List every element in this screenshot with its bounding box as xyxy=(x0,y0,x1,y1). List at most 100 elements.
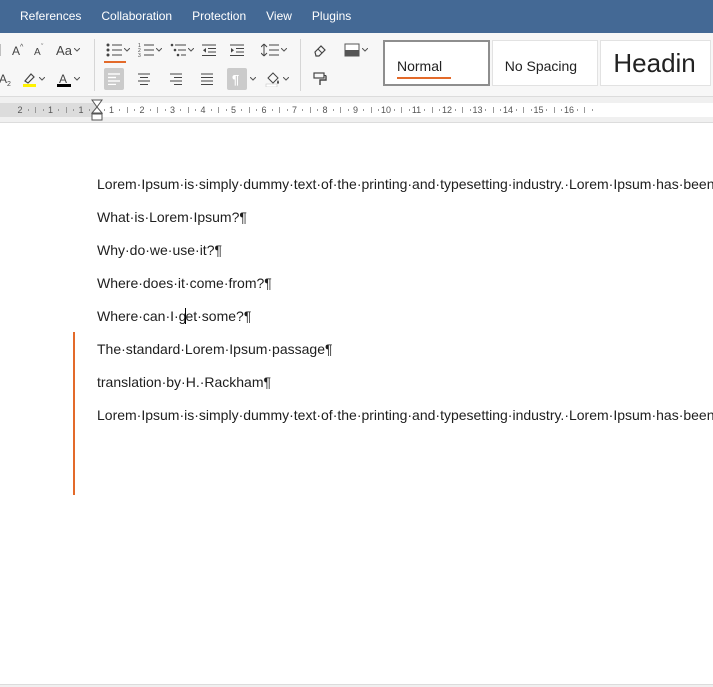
align-center-button[interactable] xyxy=(134,68,154,90)
text-line[interactable]: What·is·Lorem·Ipsum?¶ xyxy=(97,208,713,227)
horizontal-ruler[interactable]: 2 1 1 1 2 3 4 5 6 7 8 9 10 11 12 13 14 15 16 xyxy=(0,97,713,123)
text-line[interactable]: Why·do·we·use·it?¶ xyxy=(97,241,713,260)
format-painter-icon xyxy=(313,72,327,85)
chevron-down-icon xyxy=(188,48,194,52)
ruler-tick xyxy=(286,109,288,111)
numbered-list-button[interactable]: 123 xyxy=(136,39,164,61)
style-heading[interactable]: Headin xyxy=(600,40,711,86)
svg-text:A: A xyxy=(59,72,67,86)
ruler-tick xyxy=(88,109,90,111)
style-no-spacing[interactable]: No Spacing xyxy=(491,40,599,86)
chevron-down-icon xyxy=(250,77,256,81)
toolbar: A ^ Aˇ Aa A2 A 123 ¶ Normal No Spacing H… xyxy=(0,33,713,97)
clear-formatting-button[interactable] xyxy=(310,39,330,61)
decrease-font-icon: Aˇ xyxy=(34,44,44,57)
ruler-tick xyxy=(515,109,517,111)
ruler-tick xyxy=(248,107,250,113)
paint-bucket-icon xyxy=(265,72,279,87)
menu-protection[interactable]: Protection xyxy=(182,0,256,33)
multilevel-list-button[interactable] xyxy=(168,39,196,61)
style-selected-indicator xyxy=(397,77,451,79)
paragraph[interactable]: Lorem·Ipsum·is·simply·dummy·text·of·the·… xyxy=(97,175,713,194)
formatting-marks-dropdown[interactable] xyxy=(247,68,259,90)
ruler-tick xyxy=(469,109,471,111)
ruler-tick xyxy=(408,109,410,111)
active-indicator xyxy=(104,61,126,63)
menu-view[interactable]: View xyxy=(256,0,302,33)
ruler-tick xyxy=(462,107,464,113)
change-case-button[interactable]: Aa xyxy=(54,39,82,61)
subscript-button[interactable]: A2 xyxy=(0,68,14,90)
menu-collaboration[interactable]: Collaboration xyxy=(91,0,182,33)
paragraph[interactable]: Lorem·Ipsum·is·simply·dummy·text·of·the·… xyxy=(97,406,713,425)
justify-button[interactable] xyxy=(197,68,217,90)
font-size-dropdown-edge[interactable] xyxy=(0,39,6,61)
ruler-tick xyxy=(225,109,227,111)
numbered-list-icon: 123 xyxy=(138,43,154,57)
subscript-icon: A2 xyxy=(0,72,11,86)
page-text[interactable]: Lorem·Ipsum·is·simply·dummy·text·of·the·… xyxy=(97,175,713,440)
chevron-down-icon xyxy=(124,48,130,52)
copy-style-button[interactable] xyxy=(310,68,330,90)
svg-text:ˇ: ˇ xyxy=(41,44,44,51)
ruler-number: 11 xyxy=(411,105,422,115)
ruler-tick xyxy=(279,107,281,113)
ruler-number: 10 xyxy=(380,105,391,115)
ruler-tick xyxy=(73,109,75,111)
ruler-tick xyxy=(431,107,433,113)
text-line[interactable]: translation·by·H.·Rackham¶ xyxy=(97,373,713,392)
style-normal-label: Normal xyxy=(397,58,443,74)
ruler-tick xyxy=(370,107,372,113)
ruler-tick xyxy=(149,109,151,111)
ruler-tick xyxy=(42,109,44,111)
ruler-number: 7 xyxy=(291,105,297,115)
eraser-icon xyxy=(314,45,326,57)
bullet-list-icon xyxy=(106,43,122,57)
ruler-tick xyxy=(103,109,105,111)
ruler-tick xyxy=(340,107,342,113)
style-heading-label: Headin xyxy=(613,47,696,78)
ruler-number: 2 xyxy=(139,105,145,115)
paragraph-shading-button[interactable] xyxy=(262,68,292,90)
svg-text:^: ^ xyxy=(20,44,24,51)
chevron-down-icon xyxy=(156,48,162,52)
font-color-button[interactable]: A xyxy=(54,68,82,90)
ruler-tick xyxy=(256,109,258,111)
text-line[interactable]: Where·does·it·come·from?¶ xyxy=(97,274,713,293)
align-right-button[interactable] xyxy=(166,68,186,90)
menu-plugins[interactable]: Plugins xyxy=(302,0,361,33)
increase-indent-button[interactable] xyxy=(228,39,246,61)
ruler-tick xyxy=(309,107,311,113)
document-canvas[interactable]: Lorem·Ipsum·is·simply·dummy·text·of·the·… xyxy=(0,123,713,687)
menu-references[interactable]: References xyxy=(0,0,91,33)
ruler-tick xyxy=(454,109,456,111)
ruler-tick xyxy=(485,109,487,111)
cursor-text-line[interactable]: Where·can·I·get·some?¶ xyxy=(97,307,713,326)
ruler-tick xyxy=(363,109,365,111)
bullet-list-button[interactable] xyxy=(104,39,132,61)
show-formatting-marks-button[interactable]: ¶ xyxy=(227,68,247,90)
text-line[interactable]: The·standard·Lorem·Ipsum·passage¶ xyxy=(97,340,713,359)
ruler-tick xyxy=(378,109,380,111)
styles-gallery: Normal No Spacing Headin xyxy=(383,40,713,88)
justify-icon xyxy=(201,73,213,85)
style-set-button[interactable] xyxy=(340,39,372,61)
ruler-tick xyxy=(210,109,212,111)
indent-marker-icon[interactable] xyxy=(91,99,103,123)
ruler-number: 16 xyxy=(563,105,574,115)
line-spacing-button[interactable] xyxy=(258,39,290,61)
ruler-number: 2 xyxy=(17,105,23,115)
svg-text:A: A xyxy=(34,47,41,57)
ruler-number: 1 xyxy=(47,105,53,115)
increase-font-icon: A ^ xyxy=(12,44,24,57)
increase-font-size-button[interactable]: A ^ xyxy=(10,39,28,61)
ruler-tick xyxy=(332,109,334,111)
ruler-tick xyxy=(591,109,593,111)
style-normal[interactable]: Normal xyxy=(383,40,490,86)
chevron-down-icon xyxy=(281,48,287,52)
align-left-button[interactable] xyxy=(104,68,124,90)
highlight-color-button[interactable] xyxy=(18,68,48,90)
ruler-tick xyxy=(393,109,395,111)
decrease-indent-button[interactable] xyxy=(200,39,218,61)
decrease-font-size-button[interactable]: Aˇ xyxy=(32,39,48,61)
